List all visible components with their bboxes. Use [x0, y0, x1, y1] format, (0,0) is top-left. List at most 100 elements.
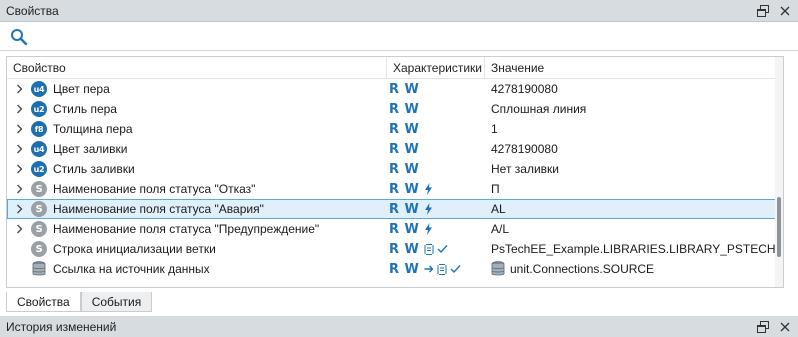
property-cell: Ссылка на источник данных — [7, 259, 387, 279]
property-value: AL — [491, 202, 506, 216]
check-icon — [437, 244, 448, 254]
close-panel-icon[interactable] — [776, 2, 794, 20]
lightning-icon — [424, 223, 433, 235]
property-row[interactable]: u4 Цвет заливки R W 4278190080 — [7, 139, 783, 159]
lightning-icon — [424, 183, 433, 195]
float-window-icon[interactable] — [754, 318, 772, 336]
property-label: Наименование поля статуса "Авария" — [53, 202, 264, 216]
read-write-flags: R W — [389, 221, 420, 237]
characteristics-cell: R W — [387, 179, 485, 199]
chevron-right-icon[interactable] — [11, 119, 27, 139]
characteristics-cell: R W — [387, 139, 485, 159]
property-value: unit.Connections.SOURCE — [510, 262, 655, 276]
chevron-right-icon[interactable] — [11, 99, 27, 119]
property-row[interactable]: S Наименование поля статуса "Предупрежде… — [7, 219, 783, 239]
tab-properties[interactable]: Свойства — [6, 292, 81, 312]
database-icon — [491, 261, 505, 277]
chevron-right-icon[interactable] — [11, 199, 27, 219]
value-cell[interactable]: A/L — [485, 219, 775, 239]
characteristics-cell: R W — [387, 79, 485, 99]
type-badge-icon: u2 — [31, 161, 47, 177]
chevron-right-icon[interactable] — [11, 179, 27, 199]
value-cell[interactable]: 4278190080 — [485, 79, 775, 99]
close-panel-icon[interactable] — [776, 318, 794, 336]
float-window-icon[interactable] — [754, 2, 772, 20]
property-cell: u4 Цвет пера — [7, 79, 387, 99]
column-header-value[interactable]: Значение — [485, 57, 783, 79]
property-row[interactable]: u4 Цвет пера R W 4278190080 — [7, 79, 783, 99]
property-row[interactable]: u2 Стиль заливки R W Нет заливки — [7, 159, 783, 179]
characteristics-cell: R W — [387, 219, 485, 239]
property-value: A/L — [491, 222, 510, 236]
type-badge-icon: u4 — [31, 81, 47, 97]
column-header-characteristics[interactable]: Характеристики — [387, 57, 485, 79]
property-row[interactable]: S Наименование поля статуса "Авария" R W… — [7, 199, 783, 219]
scrollbar-thumb[interactable] — [777, 197, 781, 257]
property-label: Цвет пера — [53, 82, 110, 96]
property-row[interactable]: S Строка инициализации ветки R W PsTechE… — [7, 239, 783, 259]
property-label: Цвет заливки — [53, 142, 128, 156]
history-panel-title: История изменений — [6, 319, 117, 334]
characteristics-cell: R W — [387, 259, 485, 279]
value-cell[interactable]: П — [485, 179, 775, 199]
read-write-flags: R W — [389, 81, 420, 97]
property-value: PsTechEE_Example.LIBRARIES.LIBRARY_PSTEC… — [491, 242, 775, 256]
property-cell: f8 Толщина пера — [7, 119, 387, 139]
grid-header: Свойство Характеристики Значение — [7, 57, 783, 79]
property-cell: S Наименование поля статуса "Предупрежде… — [7, 219, 387, 239]
arrow-right-icon — [424, 264, 434, 274]
value-cell[interactable]: Нет заливки — [485, 159, 775, 179]
property-row[interactable]: S Наименование поля статуса "Отказ" R W … — [7, 179, 783, 199]
type-badge-icon: S — [31, 181, 47, 197]
search-input[interactable] — [32, 27, 782, 47]
list-icon — [424, 243, 434, 255]
type-badge-icon: f8 — [31, 121, 47, 137]
chevron-right-icon[interactable] — [11, 139, 27, 159]
column-header-property[interactable]: Свойство — [7, 57, 387, 79]
property-cell: S Наименование поля статуса "Отказ" — [7, 179, 387, 199]
property-cell: u2 Стиль заливки — [7, 159, 387, 179]
property-value: Сплошная линия — [491, 102, 587, 116]
read-write-flags: R W — [389, 201, 420, 217]
property-row[interactable]: Ссылка на источник данных R W unit.Conne… — [7, 259, 783, 279]
property-cell: u2 Стиль пера — [7, 99, 387, 119]
vertical-scrollbar[interactable] — [775, 57, 783, 287]
value-cell[interactable]: 1 — [485, 119, 775, 139]
properties-grid: Свойство Характеристики Значение u4 Цвет… — [6, 56, 784, 288]
property-label: Стиль заливки — [53, 162, 135, 176]
check-icon — [450, 264, 461, 274]
property-label: Стиль пера — [53, 102, 117, 116]
property-value: 4278190080 — [491, 82, 558, 96]
property-label: Ссылка на источник данных — [53, 262, 210, 276]
value-cell[interactable]: unit.Connections.SOURCE — [485, 259, 775, 279]
value-cell[interactable]: 4278190080 — [485, 139, 775, 159]
property-label: Толщина пера — [53, 122, 133, 136]
list-icon — [437, 263, 447, 275]
property-label: Наименование поля статуса "Предупреждени… — [53, 222, 320, 236]
read-write-flags: R W — [389, 161, 420, 177]
value-cell[interactable]: AL — [485, 199, 775, 219]
search-icon — [11, 29, 28, 46]
properties-panel-title: Свойства — [6, 3, 59, 18]
read-write-flags: R W — [389, 101, 420, 117]
property-label: Наименование поля статуса "Отказ" — [53, 182, 256, 196]
properties-panel-titlebar: Свойства — [0, 0, 798, 22]
property-label: Строка инициализации ветки — [53, 242, 216, 256]
property-row[interactable]: f8 Толщина пера R W 1 — [7, 119, 783, 139]
property-cell: u4 Цвет заливки — [7, 139, 387, 159]
database-icon — [31, 261, 47, 277]
read-write-flags: R W — [389, 121, 420, 137]
chevron-right-icon[interactable] — [11, 159, 27, 179]
tab-events[interactable]: События — [80, 292, 153, 312]
property-value: 1 — [491, 122, 498, 136]
chevron-right-icon[interactable] — [11, 79, 27, 99]
characteristics-cell: R W — [387, 119, 485, 139]
value-cell[interactable]: Сплошная линия — [485, 99, 775, 119]
property-row[interactable]: u2 Стиль пера R W Сплошная линия — [7, 99, 783, 119]
characteristics-cell: R W — [387, 199, 485, 219]
property-value: П — [491, 182, 500, 196]
value-cell[interactable]: PsTechEE_Example.LIBRARIES.LIBRARY_PSTEC… — [485, 239, 775, 259]
property-cell: S Строка инициализации ветки — [7, 239, 387, 259]
chevron-right-icon[interactable] — [11, 219, 27, 239]
read-write-flags: R W — [389, 141, 420, 157]
